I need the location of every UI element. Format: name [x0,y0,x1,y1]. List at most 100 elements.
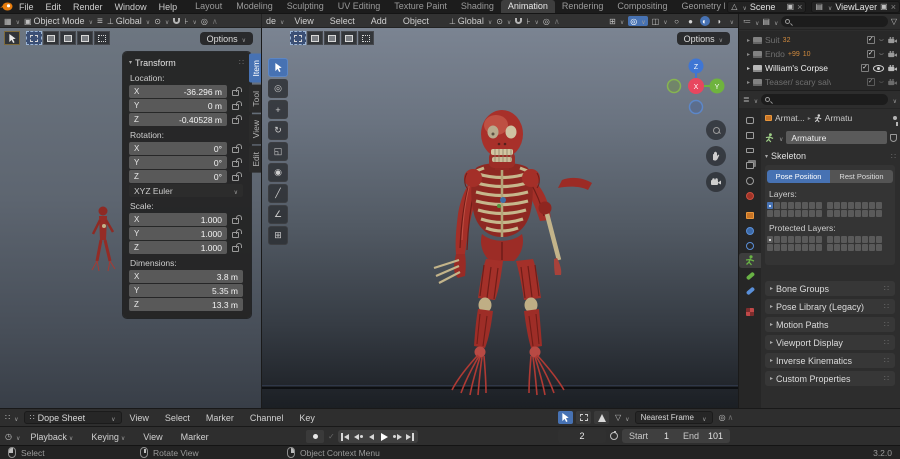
orientation-dropdown[interactable]: ⊥Global [107,16,150,26]
dimensions-z-field[interactable]: Z13.3 m [129,298,243,311]
sidebar-tab-tool[interactable]: Tool [249,85,262,113]
pin-icon[interactable] [893,116,897,120]
panel-collapse[interactable]: ▾Transform [129,58,176,68]
location-x-field[interactable]: X-36.296 m [129,85,227,98]
eye-closed-icon[interactable] [879,51,884,57]
menu-object[interactable]: Object [397,14,435,28]
menu-key[interactable]: Key [291,413,323,423]
shading-dropdown[interactable] [728,16,734,26]
workspace-tab-uv-editing[interactable]: UV Editing [331,0,388,13]
gizmo-x-axis[interactable]: X [694,84,699,91]
properties-search[interactable] [761,94,887,105]
workspace-tab-sculpting[interactable]: Sculpting [280,0,331,13]
protected-layers-grid[interactable] [767,236,893,251]
chevron-down-icon[interactable] [891,95,897,105]
lock-icon[interactable] [232,232,239,238]
workspace-tab-animation[interactable]: Animation [501,0,555,13]
tab-object[interactable] [739,208,761,223]
checkbox-icon[interactable] [861,64,869,72]
menu-render[interactable]: Render [67,0,109,14]
tool-scale[interactable]: ◱ [268,142,288,161]
play-button[interactable] [378,430,391,443]
tab-object-data-armature[interactable] [739,253,761,268]
tab-physics[interactable] [739,238,761,253]
menu-view[interactable]: View [288,14,319,28]
expand-arrow-icon[interactable]: ▸ [747,51,750,58]
gizmo-z-axis[interactable]: Z [694,64,699,71]
sidebar-tab-item[interactable]: Item [249,54,262,83]
navigation-gizmo[interactable]: Z Y X [664,54,728,118]
outliner-row-teaser[interactable]: ▸ Teaser/ scary salvag [739,75,900,89]
sidebar-tab-view[interactable]: View [249,114,262,144]
location-y-field[interactable]: Y0 m [129,99,227,112]
chevron-down-icon[interactable] [740,2,746,12]
camera-icon[interactable] [888,37,898,44]
armature-layers-grid[interactable] [767,202,893,217]
checkbox-icon[interactable] [867,78,875,86]
lock-icon[interactable] [232,90,239,96]
current-frame-field[interactable]: 2 [558,429,606,443]
falloff-icon[interactable]: ∧ [554,17,560,26]
gizmo-y-axis[interactable]: Y [715,84,720,91]
auto-keying-button[interactable] [306,430,324,443]
proportional-editing-icon[interactable]: ◎ [719,413,726,422]
editor-type-button[interactable]: ▦ [4,16,20,26]
keying-check-icon[interactable]: ✓ [328,432,335,441]
show-gizmo-dropdown[interactable]: ⊞ [609,16,624,26]
duplicate-icon[interactable]: ▣ [787,2,795,11]
tool-add-primitive[interactable]: ⊞ [268,226,288,245]
menu-help[interactable]: Help [153,0,184,14]
outliner-row-suit[interactable]: ▸ Suit 32 [739,33,900,47]
panel-motion-paths[interactable]: ▸Motion Paths∷ [765,317,895,332]
menu-file[interactable]: File [13,0,40,14]
orientation-dropdown[interactable]: ⊥Global [449,16,492,26]
outliner-search[interactable] [781,16,887,27]
tab-scene[interactable] [739,173,761,188]
shading-solid-button[interactable]: ● [686,16,696,26]
options-dropdown[interactable]: Options [677,32,730,45]
tab-bone-constraints[interactable] [739,283,761,298]
tool-transform[interactable]: ◉ [268,163,288,182]
panel-viewport-display[interactable]: ▸Viewport Display∷ [765,335,895,350]
snap-magnet-icon[interactable] [173,18,180,24]
hidden-objects-button[interactable] [576,411,591,424]
datablock-name-field[interactable]: Armature [786,131,887,144]
tab-view-layer[interactable] [739,158,761,173]
camera-icon[interactable] [888,65,898,72]
eye-open-icon[interactable] [873,65,884,72]
play-reverse-button[interactable] [365,430,378,443]
pivot-dropdown[interactable]: ⊙ [154,16,169,26]
camera-view-button[interactable] [706,172,726,192]
scale-x-field[interactable]: X1.000 [129,213,227,226]
snap-magnet-icon[interactable] [515,18,522,24]
rotation-y-field[interactable]: Y0° [129,156,227,169]
frame-end-field[interactable]: End101 [676,429,730,443]
dimensions-x-field[interactable]: X3.8 m [129,270,243,283]
scale-z-field[interactable]: Z1.000 [129,241,227,254]
panel-bone-groups[interactable]: ▸Bone Groups∷ [765,281,895,296]
expand-arrow-icon[interactable]: ▸ [747,37,750,44]
keying-dropdown[interactable]: Keying [83,432,133,442]
breadcrumb-data[interactable]: Armatu [825,113,852,123]
next-keyframe-button[interactable] [391,430,404,443]
tool-select-box[interactable] [268,58,288,77]
snap-target-dropdown[interactable]: ⊦ [184,16,197,26]
select-extend-tool[interactable] [307,31,323,45]
sidebar-tab-edit[interactable]: Edit [249,146,262,173]
lock-icon[interactable] [232,161,239,167]
camera-icon[interactable] [888,51,898,58]
menu-channel[interactable]: Channel [242,413,292,423]
tab-render[interactable] [739,128,761,143]
rotation-mode-dropdown[interactable]: XYZ Euler [129,184,243,197]
select-extend-tool[interactable] [43,31,59,45]
location-z-field[interactable]: Z-0.40528 m [129,113,227,126]
stopwatch-icon[interactable] [610,432,618,440]
close-icon[interactable]: × [797,2,802,12]
pan-hand-button[interactable] [706,146,726,166]
scene-selector[interactable]: △ Scene ▣ × [727,1,806,13]
zoom-button[interactable] [706,120,726,140]
blender-logo-icon[interactable] [0,2,13,11]
dope-sheet-mode-dropdown[interactable]: ∷ Dope Sheet [24,411,122,424]
editor-type-button[interactable]: ∷ [5,413,19,423]
panel-grip-icon[interactable]: ∷ [239,58,245,67]
